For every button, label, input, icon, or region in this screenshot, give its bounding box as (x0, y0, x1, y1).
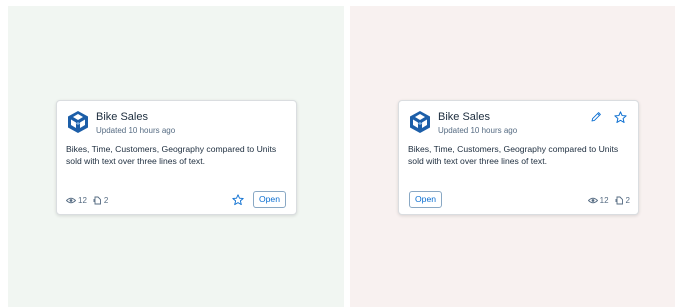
favorite-button[interactable] (612, 109, 628, 125)
edit-button[interactable] (588, 109, 604, 125)
card-subtitle: Updated 10 hours ago (438, 126, 518, 135)
favorite-button[interactable] (230, 192, 246, 208)
cube-logo-icon (66, 110, 90, 134)
card-stats: 12 2 (66, 196, 108, 205)
card-description: Bikes, Time, Customers, Geography compar… (66, 144, 277, 166)
card-subtitle: Updated 10 hours ago (96, 126, 176, 135)
views-count: 12 (599, 196, 609, 205)
star-icon (613, 110, 627, 123)
open-button[interactable]: Open (409, 191, 443, 208)
views-stat: 12 (66, 196, 87, 205)
cube-logo-icon (408, 110, 432, 134)
story-card[interactable]: Bike Sales Updated 10 hours ago Bikes, T… (398, 100, 639, 215)
open-button[interactable]: Open (252, 191, 286, 208)
eye-icon (587, 197, 598, 204)
shares-count: 2 (103, 196, 109, 205)
eye-icon (66, 197, 76, 204)
story-card[interactable]: Bike Sales Updated 10 hours ago Bikes, T… (56, 100, 297, 215)
pencil-icon (591, 112, 601, 122)
card-title: Bike Sales (96, 111, 148, 123)
card-stats: 12 2 (587, 196, 630, 205)
shares-stat: 2 (615, 196, 630, 205)
shares-stat: 2 (93, 196, 108, 205)
card-title: Bike Sales (438, 111, 490, 123)
star-icon (232, 194, 244, 206)
card-description: Bikes, Time, Customers, Geography compar… (408, 144, 619, 166)
shares-count: 2 (625, 196, 630, 205)
share-icon (615, 196, 623, 205)
views-stat: 12 (587, 196, 609, 205)
share-icon (93, 196, 101, 205)
left-panel: Bike Sales Updated 10 hours ago Bikes, T… (8, 6, 344, 307)
views-count: 12 (78, 196, 87, 205)
right-panel: Bike Sales Updated 10 hours ago Bikes, T… (350, 6, 675, 307)
